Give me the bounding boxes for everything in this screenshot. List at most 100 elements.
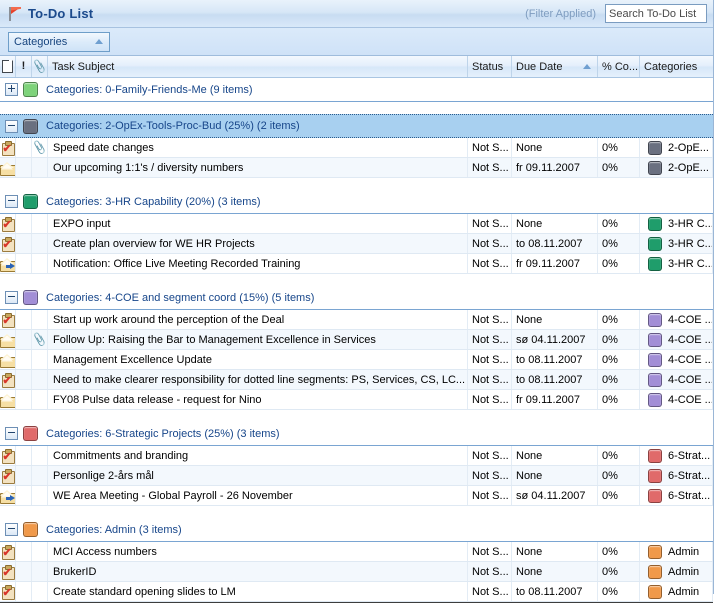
row-status-cell: Not S... (468, 234, 512, 253)
table-row[interactable]: ✔ Create plan overview for WE HR Projects… (0, 234, 713, 254)
row-subject-cell[interactable]: BrukerID (48, 562, 468, 581)
row-subject-cell[interactable]: Management Excellence Update (48, 350, 468, 369)
search-input-wrapper[interactable] (605, 4, 707, 23)
row-status-cell: Not S... (468, 370, 512, 389)
row-subject-cell[interactable]: Follow Up: Raising the Bar to Management… (48, 330, 468, 349)
column-header-percent-complete[interactable]: % Co... (598, 56, 640, 77)
row-item-type-cell (0, 390, 16, 409)
category-color-swatch (648, 488, 662, 503)
row-attachment-cell (32, 390, 48, 409)
row-categories-cell: 4-COE ... (640, 310, 713, 329)
collapse-group-icon[interactable] (5, 119, 18, 133)
group-header[interactable]: Categories: 3-HR Capability (20%) (3 ite… (0, 190, 713, 214)
row-categories-cell: 2-OpE... (640, 138, 713, 157)
row-subject-cell[interactable]: FY08 Pulse data release - request for Ni… (48, 390, 468, 409)
table-row[interactable]: ✔ Start up work around the perception of … (0, 310, 713, 330)
table-row[interactable]: ✔ Personlige 2-års mål Not S... None 0% 6-Str… (0, 466, 713, 486)
column-header-document-icon[interactable] (0, 56, 16, 77)
collapse-group-icon[interactable] (5, 427, 18, 440)
row-status-cell: Not S... (468, 466, 512, 485)
row-importance-cell (16, 390, 32, 409)
table-row[interactable]: 📎 Follow Up: Raising the Bar to Managemen… (0, 330, 713, 350)
table-row[interactable]: Our upcoming 1:1's / diversity numbers No… (0, 158, 713, 178)
row-categories-cell: 6-Strat... (640, 486, 713, 505)
row-item-type-cell: ✔ (0, 310, 16, 329)
column-header-status[interactable]: Status (468, 56, 512, 77)
table-row[interactable]: ✔ Create standard opening slides to LM Not… (0, 582, 713, 602)
table-row[interactable]: ✔ BrukerID Not S... None 0% Admin (0, 562, 713, 582)
table-row[interactable]: FY08 Pulse data release - request for Ni… (0, 390, 713, 410)
column-header-importance[interactable]: ! (16, 56, 32, 77)
row-subject-cell[interactable]: Commitments and branding (48, 446, 468, 465)
task-icon: ✔ (1, 468, 15, 484)
group-header[interactable]: Categories: 4-COE and segment coord (15%… (0, 286, 713, 310)
row-subject-cell[interactable]: Our upcoming 1:1's / diversity numbers (48, 158, 468, 177)
row-percent-complete-cell: 0% (598, 158, 640, 177)
row-subject-cell[interactable]: WE Area Meeting - Global Payroll - 26 No… (48, 486, 468, 505)
row-item-type-cell: ✔ (0, 542, 16, 561)
row-item-type-cell: ✔ (0, 562, 16, 581)
group-header[interactable]: Categories: 2-OpEx-Tools-Proc-Bud (25%) … (0, 114, 713, 138)
row-item-type-cell (0, 254, 16, 273)
table-row[interactable]: ✔ 📎 Speed date changes Not S... None 0% 2-OpE.… (0, 138, 713, 158)
category-color-swatch (648, 448, 662, 463)
row-category-label: Admin (668, 545, 700, 558)
column-header-row: ! 📎 Task Subject Status Due Date % Co...… (0, 56, 713, 78)
row-category-label: 2-OpE... (668, 141, 709, 154)
group-header[interactable]: Categories: 6-Strategic Projects (25%) (… (0, 422, 713, 446)
table-row[interactable]: ✔ Commitments and branding Not S... None 0% 6… (0, 446, 713, 466)
row-attachment-cell (32, 466, 48, 485)
collapse-group-icon[interactable] (5, 195, 18, 208)
row-subject-cell[interactable]: EXPO input (48, 214, 468, 233)
table-row[interactable]: ✔ Need to make clearer responsibility for… (0, 370, 713, 390)
table-row[interactable]: WE Area Meeting - Global Payroll - 26 No… (0, 486, 713, 506)
sort-by-categories-button[interactable]: Categories (8, 31, 110, 52)
collapse-group-icon[interactable] (5, 291, 18, 304)
attachment-icon: 📎 (32, 332, 48, 348)
row-category-label: 6-Strat... (668, 469, 711, 482)
row-importance-cell (16, 254, 32, 273)
row-percent-complete-cell: 0% (598, 350, 640, 369)
row-subject-cell[interactable]: Create standard opening slides to LM (48, 582, 468, 601)
category-color-swatch (648, 332, 662, 347)
red-flag-icon (8, 6, 22, 22)
row-subject-cell[interactable]: Start up work around the perception of t… (48, 310, 468, 329)
table-row[interactable]: Notification: Office Live Meeting Record… (0, 254, 713, 274)
table-row[interactable]: ✔ EXPO input Not S... None 0% 3-HR C... (0, 214, 713, 234)
sort-ascending-indicator-icon (583, 64, 591, 69)
collapse-group-icon[interactable] (5, 523, 18, 536)
row-subject-cell[interactable]: MCI Access numbers (48, 542, 468, 561)
row-categories-cell: 3-HR C... (640, 234, 713, 253)
row-categories-cell: 4-COE ... (640, 330, 713, 349)
row-categories-cell: Admin (640, 562, 713, 581)
row-subject-cell[interactable]: Create plan overview for WE HR Projects (48, 234, 468, 253)
column-header-due-date[interactable]: Due Date (512, 56, 598, 77)
column-header-attachment[interactable]: 📎 (32, 56, 48, 77)
expand-group-icon[interactable] (5, 83, 18, 96)
row-subject-cell[interactable]: Speed date changes (48, 138, 468, 157)
row-subject-cell[interactable]: Personlige 2-års mål (48, 466, 468, 485)
row-status-cell: Not S... (468, 562, 512, 581)
column-header-task-subject[interactable]: Task Subject (48, 56, 468, 77)
row-subject-cell[interactable]: Need to make clearer responsibility for … (48, 370, 468, 389)
task-icon: ✔ (1, 236, 15, 252)
table-row[interactable]: Management Excellence Update Not S... to 0… (0, 350, 713, 370)
row-due-date-cell: None (512, 562, 598, 581)
search-input[interactable] (609, 7, 703, 20)
row-category-label: 4-COE ... (668, 393, 713, 406)
row-subject-cell[interactable]: Notification: Office Live Meeting Record… (48, 254, 468, 273)
category-color-swatch (648, 584, 662, 599)
category-color-swatch (648, 468, 662, 483)
row-percent-complete-cell: 0% (598, 310, 640, 329)
category-color-swatch (23, 118, 38, 134)
group-header[interactable]: Categories: 0-Family-Friends-Me (9 items… (0, 78, 713, 102)
row-importance-cell (16, 310, 32, 329)
group-header[interactable]: Categories: Admin (3 items) (0, 518, 713, 542)
table-row[interactable]: ✔ MCI Access numbers Not S... None 0% Admin (0, 542, 713, 562)
task-icon: ✔ (1, 372, 15, 388)
row-importance-cell (16, 542, 32, 561)
column-header-categories[interactable]: Categories (640, 56, 713, 77)
row-percent-complete-cell: 0% (598, 582, 640, 601)
row-categories-cell: 3-HR C... (640, 254, 713, 273)
row-categories-cell: 4-COE ... (640, 350, 713, 369)
